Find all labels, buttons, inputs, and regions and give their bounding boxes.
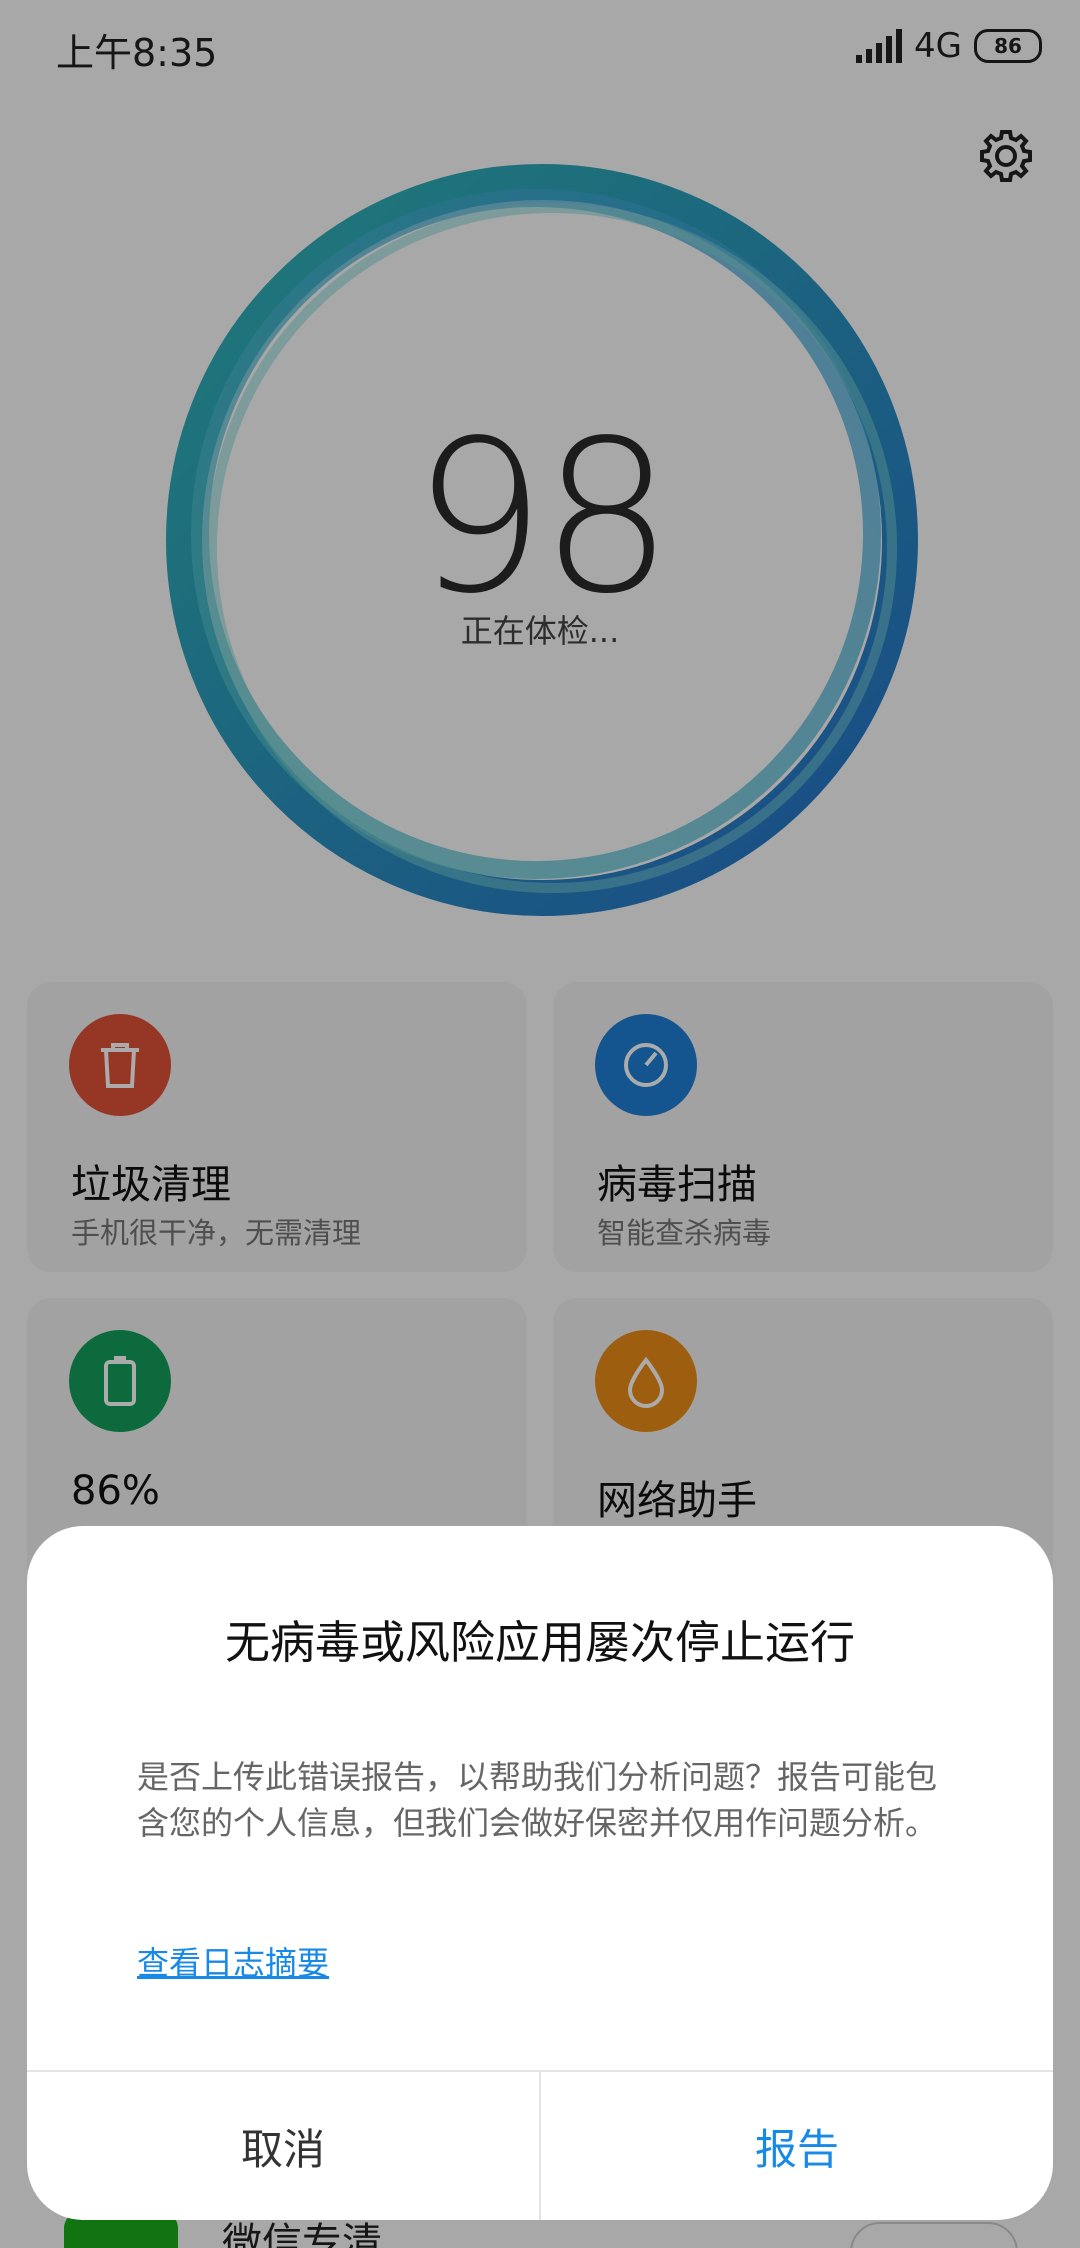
dialog-message: 是否上传此错误报告，以帮助我们分析问题？报告可能包含您的个人信息，但我们会做好保… (137, 1758, 938, 1842)
error-report-dialog: 无病毒或风险应用屡次停止运行 是否上传此错误报告，以帮助我们分析问题？报告可能包… (27, 1526, 1053, 2220)
security-app-screen: 上午8:35 4G 86 98 正在体检... 垃圾清理 手机很干净，无需清理 … (0, 0, 1080, 2248)
dialog-title: 无病毒或风险应用屡次停止运行 (224, 1616, 855, 1669)
report-button[interactable]: 报告 (541, 2072, 1053, 2220)
cancel-button[interactable]: 取消 (27, 2072, 539, 2220)
view-log-summary-link[interactable]: 查看日志摘要 (137, 1938, 329, 1984)
